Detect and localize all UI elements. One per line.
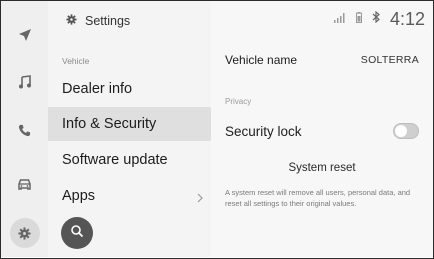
phone-icon: [18, 124, 31, 137]
section-label-privacy: Privacy: [225, 97, 252, 106]
vehicle-name-row[interactable]: Vehicle name SOLTERRA: [225, 50, 419, 70]
car-icon: [17, 178, 32, 191]
signal-bars-icon: [333, 10, 346, 28]
list-item-label: Software update: [62, 152, 168, 168]
list-item-dealer-info[interactable]: Dealer info: [48, 72, 211, 106]
rail-item-phone[interactable]: [1, 113, 48, 147]
rail-item-settings[interactable]: [1, 216, 48, 250]
list-item-info-security[interactable]: Info & Security: [48, 107, 211, 141]
list-item-apps[interactable]: Apps: [48, 179, 211, 213]
settings-title: Settings: [85, 14, 131, 28]
clock-time: 4:12: [389, 8, 425, 29]
search-icon: [70, 224, 84, 243]
bluetooth-icon: [372, 10, 380, 28]
section-label-vehicle: Vehicle: [62, 56, 90, 66]
app-rail: [1, 1, 48, 257]
security-lock-row[interactable]: Security lock: [225, 121, 419, 141]
battery-icon: [355, 10, 362, 28]
system-reset-button[interactable]: System reset: [211, 162, 433, 174]
rail-item-music[interactable]: [1, 65, 48, 99]
settings-gear-icon: [18, 226, 31, 240]
system-reset-description: A system reset will remove all users, pe…: [225, 188, 411, 208]
toggle-knob: [395, 125, 407, 137]
list-item-label: Info & Security: [62, 116, 157, 132]
navigation-arrow-icon: [18, 28, 32, 42]
status-bar: 4:12: [333, 8, 425, 30]
detail-panel: 4:12 Vehicle name SOLTERRA Privacy Secur…: [211, 1, 433, 257]
list-item-label: Apps: [62, 188, 96, 204]
list-item-label: Dealer info: [62, 81, 133, 97]
music-note-icon: [18, 75, 32, 89]
security-lock-label: Security lock: [225, 123, 302, 139]
settings-list-panel: Settings Vehicle Dealer info Info & Secu…: [48, 1, 211, 257]
rail-active-indicator: [9, 218, 40, 248]
rail-item-vehicle[interactable]: [1, 167, 48, 201]
rail-item-navigation[interactable]: [1, 18, 48, 52]
chevron-right-icon: [197, 190, 203, 208]
settings-header: Settings: [66, 7, 130, 35]
list-item-software-update[interactable]: Software update: [48, 143, 211, 177]
security-lock-toggle[interactable]: [393, 123, 419, 139]
settings-gear-icon: [66, 14, 77, 28]
vehicle-name-value: SOLTERRA: [360, 54, 419, 66]
vehicle-name-label: Vehicle name: [225, 53, 298, 67]
search-button[interactable]: [61, 217, 93, 249]
